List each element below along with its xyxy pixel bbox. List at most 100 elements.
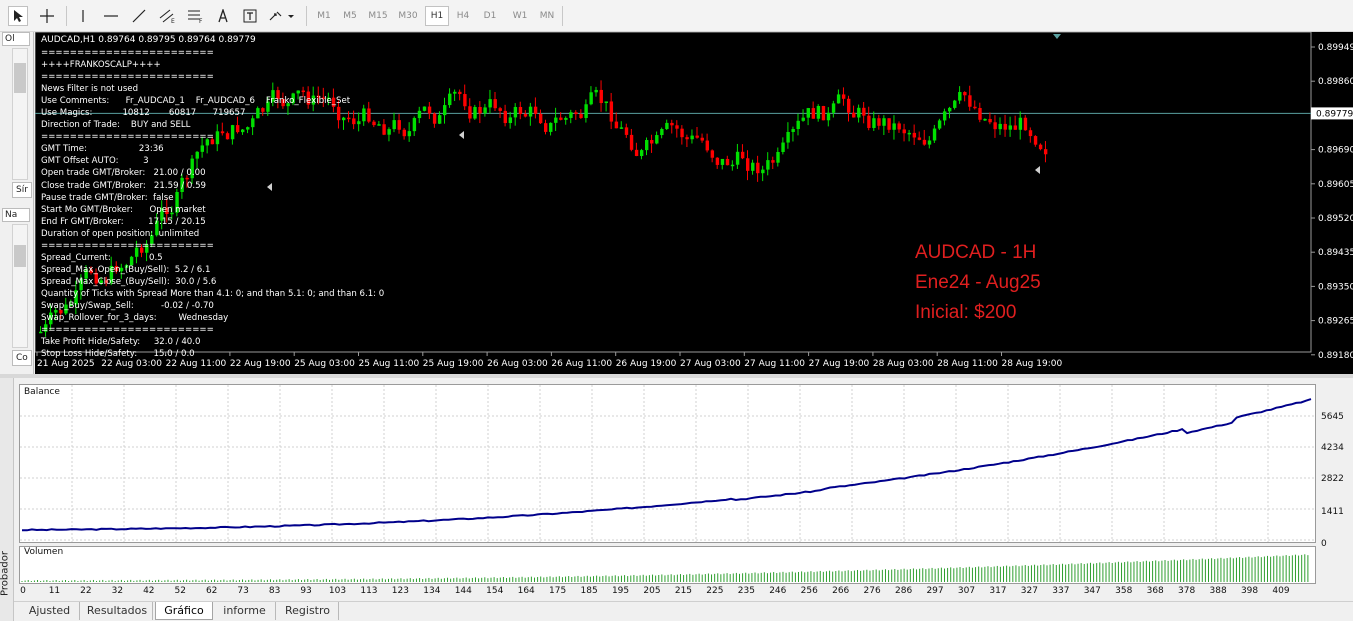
- candle-body: [665, 122, 669, 130]
- tester-tab-registro[interactable]: Registro: [277, 602, 339, 620]
- ea-info-line: Close trade GMT/Broker: 21.59 / 0.59: [41, 180, 207, 191]
- trade-axis-label: 398: [1240, 586, 1259, 596]
- candle-body: [609, 101, 614, 122]
- trade-axis-label: 317: [989, 586, 1007, 596]
- timeframe-button-m30[interactable]: M30: [394, 6, 422, 26]
- tester-tab-informe[interactable]: informe: [214, 602, 276, 620]
- vertical-line-icon[interactable]: [74, 6, 92, 26]
- timeframe-button-d1[interactable]: D1: [478, 6, 502, 26]
- trade-axis-label: 327: [1020, 586, 1038, 596]
- candle-body: [523, 113, 528, 117]
- arrows-dropdown-icon[interactable]: [266, 6, 296, 26]
- cursor-arrow-icon[interactable]: [8, 6, 28, 26]
- scrollbar-thumb[interactable]: [14, 63, 26, 93]
- candle-body: [407, 131, 412, 137]
- time-label: 21 Aug 2025: [37, 359, 95, 369]
- common-tab[interactable]: Co: [12, 350, 32, 366]
- toolbar-separator: [306, 6, 307, 26]
- trade-axis-label: 347: [1083, 586, 1101, 596]
- ea-info-line: Swap_Rollover_for_3_days: Wednesday: [41, 313, 229, 324]
- symbols-tab[interactable]: Sír: [12, 182, 32, 198]
- equidistant-channel-icon[interactable]: E: [156, 6, 178, 26]
- candle-body: [695, 135, 699, 138]
- candle-body: [836, 94, 841, 104]
- candle-body: [564, 117, 568, 120]
- trade-axis-label: 195: [611, 586, 630, 596]
- trendline-icon[interactable]: [128, 6, 150, 26]
- candle-body: [781, 142, 785, 152]
- candle-body: [725, 158, 730, 166]
- time-label: 25 Aug 03:00: [294, 359, 355, 369]
- scrollbar[interactable]: [12, 48, 28, 180]
- scrollbar[interactable]: [12, 224, 28, 348]
- candle-body: [493, 99, 497, 109]
- time-label: 28 Aug 03:00: [873, 359, 934, 369]
- tester-tab-gráfico[interactable]: Gráfico: [155, 602, 213, 620]
- trade-axis-label: 52: [174, 586, 186, 596]
- text-tool-icon[interactable]: [214, 6, 232, 26]
- candle-body: [387, 129, 391, 135]
- candle-body: [1028, 130, 1033, 137]
- trade-axis-label: 22: [80, 586, 92, 596]
- ea-info-line: Start Mo GMT/Broker: Open market: [41, 204, 206, 215]
- ea-info-line: Spread_Max_Close_(Buy/Sell): 30.0 / 5.6: [41, 276, 217, 287]
- tester-tab-ajusted[interactable]: Ajusted: [20, 602, 80, 620]
- scrollbar-thumb[interactable]: [14, 245, 26, 267]
- price-label: 0.89949: [1318, 43, 1353, 53]
- time-label: 28 Aug 19:00: [1002, 359, 1063, 369]
- candle-body: [690, 135, 694, 140]
- candle-body: [422, 106, 427, 111]
- candle-body: [700, 137, 704, 141]
- fibonacci-icon[interactable]: F: [184, 6, 206, 26]
- trade-axis-label: 62: [205, 586, 218, 596]
- candle-body: [518, 106, 523, 114]
- ea-info-line: GMT Time: 23:36: [41, 144, 164, 155]
- trade-axis-label: 32: [111, 586, 124, 596]
- candle-body: [538, 113, 543, 124]
- candle-body: [872, 118, 876, 128]
- candle-body: [993, 122, 997, 130]
- candle-body: [544, 123, 548, 132]
- candle-body: [589, 92, 593, 105]
- balance-axis-label: 0: [1321, 539, 1327, 549]
- strategy-tester-panel: Probador Balance Volumen 0 11 22 32 42 52 62 73…: [0, 378, 1353, 621]
- tester-tab-resultados[interactable]: Resultados: [82, 602, 153, 620]
- candle-body: [983, 118, 987, 121]
- candle-body: [751, 162, 755, 171]
- candle-body: [655, 135, 659, 144]
- price-chart[interactable]: 0.89949 0.89860 0.89779 0.89690 0.89605 0.895…: [35, 32, 1353, 374]
- timeframe-button-m15[interactable]: M15: [365, 6, 391, 26]
- candle-body: [998, 123, 1002, 130]
- navigator-tab[interactable]: Na: [2, 208, 30, 222]
- timeframe-button-h4[interactable]: H4: [451, 6, 475, 26]
- timeframe-button-m5[interactable]: M5: [338, 6, 362, 26]
- timeframe-button-mn[interactable]: MN: [535, 6, 559, 26]
- candle-body: [776, 151, 780, 163]
- annotation-line-1: AUDCAD - 1H: [915, 242, 1037, 263]
- timeframe-button-m1[interactable]: M1: [312, 6, 336, 26]
- candle-body: [660, 129, 664, 136]
- crosshair-icon[interactable]: [36, 6, 58, 26]
- candle-body: [882, 118, 886, 126]
- text-label-icon[interactable]: [240, 6, 260, 26]
- trade-axis-label: 144: [454, 586, 472, 596]
- trade-axis-label: 409: [1272, 586, 1290, 596]
- trade-axis-label: 175: [549, 586, 567, 596]
- candle-body: [963, 92, 967, 96]
- ea-info-line: Use Comments: Fr_AUDCAD_1 Fr_AUDCAD_6 Fr…: [41, 96, 351, 107]
- timeframe-button-h1[interactable]: H1: [425, 6, 449, 26]
- candle-body: [857, 107, 861, 118]
- time-label: 27 Aug 19:00: [809, 359, 870, 369]
- horizontal-line-icon[interactable]: [100, 6, 122, 26]
- market-watch-tab[interactable]: Ol: [2, 32, 30, 46]
- candle-body: [917, 137, 922, 140]
- candle-body: [680, 128, 684, 138]
- candle-body: [498, 108, 502, 111]
- candle-body: [483, 107, 487, 114]
- candle-body: [533, 106, 538, 114]
- balance-graph: Balance: [19, 384, 1316, 543]
- candle-body: [847, 98, 851, 113]
- timeframe-button-w1[interactable]: W1: [508, 6, 532, 26]
- trade-axis-label: 256: [800, 586, 818, 596]
- candle-body: [831, 103, 836, 113]
